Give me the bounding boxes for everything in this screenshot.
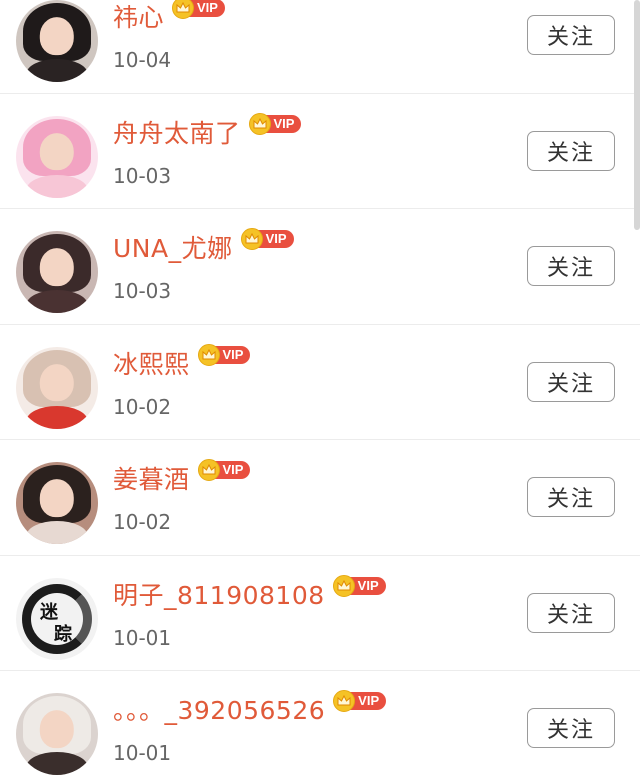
user-name[interactable]: 。。。_392056526 [113,691,325,727]
avatar-shoulders [25,752,89,775]
avatar-face [39,17,75,55]
name-line: 姜暮酒 VIP [113,459,251,496]
avatar-shoulders [25,290,89,313]
name-line: 祎心 VIP [113,0,225,34]
vip-badge: VIP [172,0,225,19]
follow-date: 10-04 [113,48,172,72]
crown-icon [240,228,263,250]
vip-badge: VIP [332,574,386,597]
list-item[interactable]: 迷踪 明子_811908108 VIP 10-01 关注 [0,556,640,671]
avatar-face [39,363,75,402]
vip-badge: VIP [197,459,251,481]
name-line: 冰熙熙 VIP [113,343,251,381]
user-name[interactable]: 姜暮酒 [113,460,190,496]
name-line: UNA_尤娜 VIP [113,228,294,265]
vip-badge: VIP [197,343,251,366]
user-name[interactable]: UNA_尤娜 [113,229,233,265]
logo-character: 踪 [54,623,72,645]
name-line: 。。。_392056526 VIP [113,690,387,727]
list-item[interactable]: 。。。_392056526 VIP 10-01 关注 [0,671,640,779]
avatar[interactable] [16,346,98,429]
avatar-face [39,479,75,517]
follow-button[interactable]: 关注 [527,361,615,402]
vip-badge: VIP [333,690,387,712]
follower-list: 祎心 VIP 10-04 关注 舟舟太南了 VIP 10-03 关注 UNA_尤… [0,0,640,779]
user-name[interactable]: 舟舟太南了 [113,114,241,150]
list-item[interactable]: UNA_尤娜 VIP 10-03 关注 [0,209,640,325]
follow-button[interactable]: 关注 [527,130,615,171]
name-line: 舟舟太南了 VIP [113,112,302,150]
avatar[interactable] [16,693,98,775]
user-name[interactable]: 祎心 [113,0,164,34]
list-item[interactable]: 祎心 VIP 10-04 关注 [0,0,640,94]
list-item[interactable]: 冰熙熙 VIP 10-02 关注 [0,325,640,440]
follow-date: 10-01 [113,625,172,650]
crown-icon [248,112,271,135]
vip-badge: VIP [248,112,302,135]
crown-icon [197,459,220,481]
follow-button[interactable]: 关注 [527,246,615,286]
follow-date: 10-01 [113,741,172,765]
avatar-face [39,710,75,748]
crown-icon [332,574,355,597]
list-item[interactable]: 姜暮酒 VIP 10-02 关注 [0,440,640,556]
follow-date: 10-03 [113,279,172,303]
avatar[interactable]: 迷踪 [16,577,98,660]
avatar[interactable] [16,231,98,313]
name-line: 明子_811908108 VIP [113,574,386,612]
crown-icon [333,690,356,712]
crown-icon [197,343,220,366]
follow-button[interactable]: 关注 [527,477,615,517]
user-name[interactable]: 冰熙熙 [113,345,190,381]
avatar-shoulders [25,521,89,544]
list-item[interactable]: 舟舟太南了 VIP 10-03 关注 [0,94,640,209]
follow-button[interactable]: 关注 [527,708,615,748]
avatar-shoulders [25,174,89,198]
vip-badge: VIP [240,228,294,250]
follow-date: 10-02 [113,394,172,419]
avatar-face [39,132,75,171]
avatar[interactable] [16,0,98,82]
avatar[interactable] [16,462,98,544]
avatar[interactable] [16,115,98,198]
avatar-shoulders [25,405,89,429]
scrollbar[interactable] [634,0,640,230]
avatar-shoulders [25,59,89,82]
follow-button[interactable]: 关注 [527,15,615,55]
avatar-face [39,248,75,286]
follow-date: 10-02 [113,510,172,534]
user-name[interactable]: 明子_811908108 [113,576,325,612]
follow-button[interactable]: 关注 [527,592,615,633]
follow-date: 10-03 [113,163,172,188]
